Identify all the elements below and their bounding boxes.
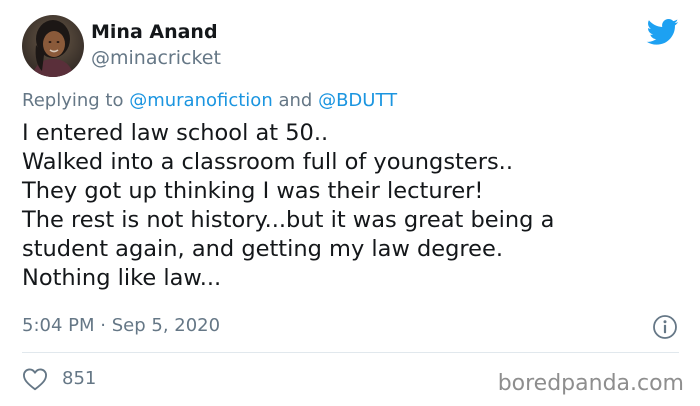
- replying-to-prefix: Replying to: [22, 90, 124, 111]
- replying-to-conjunction: and: [278, 90, 313, 111]
- heart-icon: [22, 367, 48, 391]
- like-button[interactable]: 851: [22, 365, 96, 393]
- tweet-line: Nothing like law...: [22, 265, 222, 291]
- tweet-line: I entered law school at 50..: [22, 120, 329, 146]
- tweet-date: Sep 5, 2020: [111, 315, 221, 336]
- tweet-line: The rest is not history...but it was gre…: [22, 207, 555, 233]
- divider: [22, 352, 679, 353]
- tweet-line: They got up thinking I was their lecture…: [22, 178, 484, 204]
- mention-link[interactable]: @muranofiction: [129, 90, 273, 111]
- twitter-bird-icon[interactable]: [645, 18, 679, 46]
- profile-photo: [22, 15, 84, 77]
- watermark: boredpanda.com: [497, 371, 684, 396]
- info-icon[interactable]: [652, 314, 678, 340]
- meta-separator: ·: [100, 315, 106, 336]
- like-count: 851: [62, 368, 97, 389]
- tweet-text: I entered law school at 50.. Walked into…: [22, 119, 682, 293]
- mention-link[interactable]: @BDUTT: [318, 90, 397, 111]
- tweet-timestamp[interactable]: 5:04 PM · Sep 5, 2020: [22, 313, 220, 339]
- author-name[interactable]: Mina Anand: [91, 19, 218, 45]
- author-handle[interactable]: @minacricket: [91, 45, 221, 71]
- replying-to: Replying to @muranofiction and @BDUTT: [22, 88, 397, 114]
- tweet-time: 5:04 PM: [22, 315, 95, 336]
- avatar[interactable]: [22, 15, 84, 77]
- tweet-line: student again, and getting my law degree…: [22, 236, 504, 262]
- tweet-line: Walked into a classroom full of youngste…: [22, 149, 513, 175]
